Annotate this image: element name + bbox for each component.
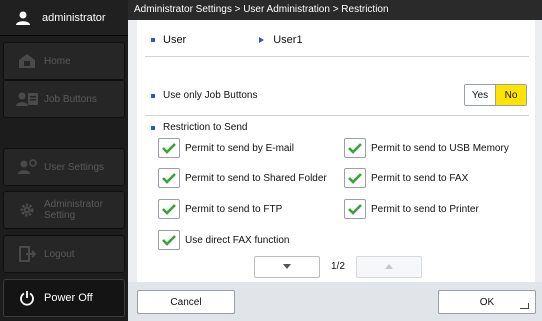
sidebar-item-label: User Settings [44, 161, 105, 173]
home-icon [12, 52, 42, 70]
permit-usb-memory-checkbox[interactable]: Permit to send to USB Memory [344, 137, 509, 159]
page-indicator: 1/2 [331, 261, 345, 272]
sidebar-item-administrator-setting[interactable]: Administrator Setting [3, 191, 125, 229]
triangle-up-icon [385, 264, 393, 269]
permission-label: Use direct FAX function [185, 234, 290, 246]
enter-icon [520, 303, 529, 309]
logout-icon [12, 245, 42, 263]
bullet-icon [151, 38, 155, 42]
permit-email-checkbox[interactable]: Permit to send by E-mail [158, 137, 294, 159]
bullet-icon [151, 93, 155, 98]
permit-shared-folder-checkbox[interactable]: Permit to send to Shared Folder [158, 167, 327, 189]
sidebar-item-label: Home [44, 55, 71, 67]
footer-bar: Cancel OK [128, 282, 542, 321]
power-off-button[interactable]: Power Off [3, 279, 125, 317]
sidebar-item-logout[interactable]: Logout [3, 235, 125, 273]
ok-button[interactable]: OK [438, 290, 536, 314]
sidebar-item-label: Logout [44, 248, 75, 260]
settings-content: User User1 Use only Job Buttons Yes No R… [137, 20, 535, 282]
main-panel: Administrator Settings > User Administra… [128, 0, 542, 321]
permit-fax-checkbox[interactable]: Permit to send to FAX [344, 167, 468, 189]
power-off-label: Power Off [44, 292, 93, 304]
check-icon [158, 138, 180, 158]
permit-ftp-checkbox[interactable]: Permit to send to FTP [158, 198, 282, 220]
sidebar: administrator Home Job Buttons User Sett… [0, 0, 128, 321]
page-up-button[interactable] [356, 256, 422, 278]
job-buttons-icon [12, 90, 42, 108]
check-icon [158, 230, 180, 250]
permission-label: Permit to send to FAX [371, 172, 469, 184]
sidebar-item-label: Job Buttons [44, 93, 97, 105]
triangle-right-icon [259, 37, 265, 43]
user-row-label: User [163, 34, 187, 46]
page-down-button[interactable] [254, 256, 320, 278]
login-user-bar: administrator [0, 0, 128, 36]
sidebar-item-user-settings[interactable]: User Settings [3, 148, 125, 186]
ok-label: OK [479, 296, 495, 308]
job-buttons-only-row: Use only Job Buttons [151, 90, 258, 101]
user-icon [10, 10, 36, 26]
breadcrumb: Administrator Settings > User Administra… [128, 0, 542, 20]
bullet-icon [151, 125, 155, 130]
job-buttons-only-label: Use only Job Buttons [163, 90, 258, 101]
no-button[interactable]: No [495, 85, 526, 105]
use-direct-fax-checkbox[interactable]: Use direct FAX function [158, 229, 290, 251]
check-icon [344, 138, 366, 158]
yes-no-toggle: Yes No [464, 84, 527, 106]
permission-label: Permit to send to Printer [371, 203, 479, 215]
user-settings-icon [12, 158, 42, 176]
check-icon [344, 168, 366, 188]
restriction-title: Restriction to Send [163, 122, 248, 133]
power-icon [14, 290, 40, 306]
permission-label: Permit to send to Shared Folder [185, 172, 327, 184]
cancel-button[interactable]: Cancel [137, 290, 235, 314]
gear-icon [12, 202, 42, 218]
check-icon [344, 199, 366, 219]
permission-label: Permit to send to FTP [185, 203, 283, 215]
sidebar-item-home[interactable]: Home [3, 42, 125, 80]
yes-button[interactable]: Yes [465, 85, 495, 105]
user-row-value: User1 [273, 34, 303, 46]
triangle-down-icon [283, 264, 291, 269]
check-icon [158, 199, 180, 219]
login-user-name: administrator [42, 11, 106, 24]
user-row: User User1 [151, 34, 303, 46]
divider [145, 115, 529, 116]
permission-label: Permit to send by E-mail [185, 142, 294, 154]
restriction-to-send-heading: Restriction to Send [151, 122, 248, 133]
sidebar-item-job-buttons[interactable]: Job Buttons [3, 80, 125, 118]
permission-label: Permit to send to USB Memory [371, 142, 509, 154]
sidebar-item-label: Administrator Setting [44, 199, 103, 221]
permit-printer-checkbox[interactable]: Permit to send to Printer [344, 198, 479, 220]
check-icon [158, 168, 180, 188]
divider [145, 56, 529, 57]
